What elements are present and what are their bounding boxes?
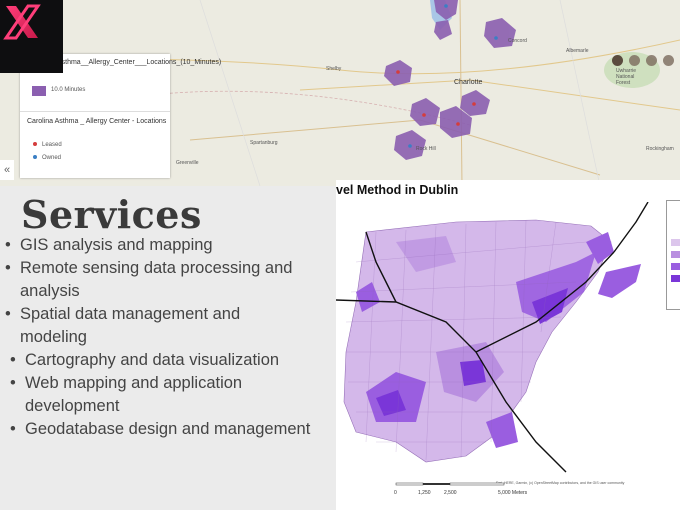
legend-class-swatch (671, 275, 680, 282)
logo (0, 0, 63, 73)
bullet-icon: • (10, 374, 16, 392)
legend-layer2-title: Carolina Asthma _ Allergy Center - Locat… (27, 118, 167, 125)
scale-label: 5,000 Meters (498, 490, 528, 496)
bullet-icon: • (5, 236, 11, 254)
services-heading: Services (21, 192, 202, 237)
place-label: Greenville (176, 160, 199, 166)
service-item: • Remote sensing data processing and analy… (5, 259, 293, 300)
scale-bar-graphic (395, 482, 505, 486)
blue-dot-icon (33, 155, 37, 160)
scale-label: 0 (394, 490, 397, 496)
x-logo-icon (3, 4, 41, 40)
pager-dot[interactable] (663, 55, 674, 66)
legend-item-leased: Leased (33, 142, 62, 148)
legend-class-swatch (671, 251, 680, 258)
red-dot-icon (33, 142, 37, 147)
pager-dot[interactable] (612, 55, 623, 66)
place-label: Albemarle (566, 48, 589, 54)
service-item: • Web mapping and application development (10, 374, 243, 415)
bullet-icon: • (10, 420, 16, 438)
services-panel: Services • GIS analysis and mapping • Remo… (0, 186, 336, 510)
legend-layer1-item: 10.0 Minutes (51, 87, 86, 93)
service-item: • Cartography and data visualization (10, 349, 279, 372)
top-map-panel[interactable]: Concord Albemarle Uwharrie National Fore… (0, 0, 680, 186)
service-item: • GIS analysis and mapping (5, 234, 213, 257)
bullet-icon: • (5, 259, 11, 277)
pager-dot[interactable] (629, 55, 640, 66)
place-label: Rock Hill (416, 146, 436, 152)
double-chevron-left-icon: « (3, 164, 11, 176)
legend-class-swatch (671, 263, 680, 270)
place-label: Spartanburg (250, 140, 278, 146)
carousel-pager (612, 53, 680, 71)
legend-class-swatch (671, 239, 680, 246)
legend-item-owned: Owned (33, 155, 61, 161)
map-title: vel Method in Dublin (336, 183, 459, 197)
dublin-map-panel: vel Method in Dublin Esri, HERE, Garmin,… (336, 180, 680, 510)
place-label: Charlotte (454, 79, 483, 86)
polygon-swatch (32, 86, 46, 96)
pager-dot[interactable] (646, 55, 657, 66)
bullet-icon: • (10, 351, 16, 369)
scale-label: 1,250 (418, 490, 431, 496)
scale-label: 2,500 (444, 490, 457, 496)
dublin-choropleth (336, 202, 666, 482)
legend-divider (20, 111, 170, 112)
collapse-legend-button[interactable]: « (0, 160, 14, 180)
map-legend-box (666, 200, 680, 310)
place-label: Concord (508, 38, 527, 44)
place-label: Shelby (326, 66, 342, 72)
service-item: • Geodatabase design and management (10, 418, 310, 441)
place-label: Rockingham (646, 146, 674, 152)
map-attribution: Esri, HERE, Garmin, (c) OpenStreetMap co… (496, 481, 625, 485)
service-item: • Spatial data management and modeling (5, 305, 241, 346)
bullet-icon: • (5, 305, 11, 323)
